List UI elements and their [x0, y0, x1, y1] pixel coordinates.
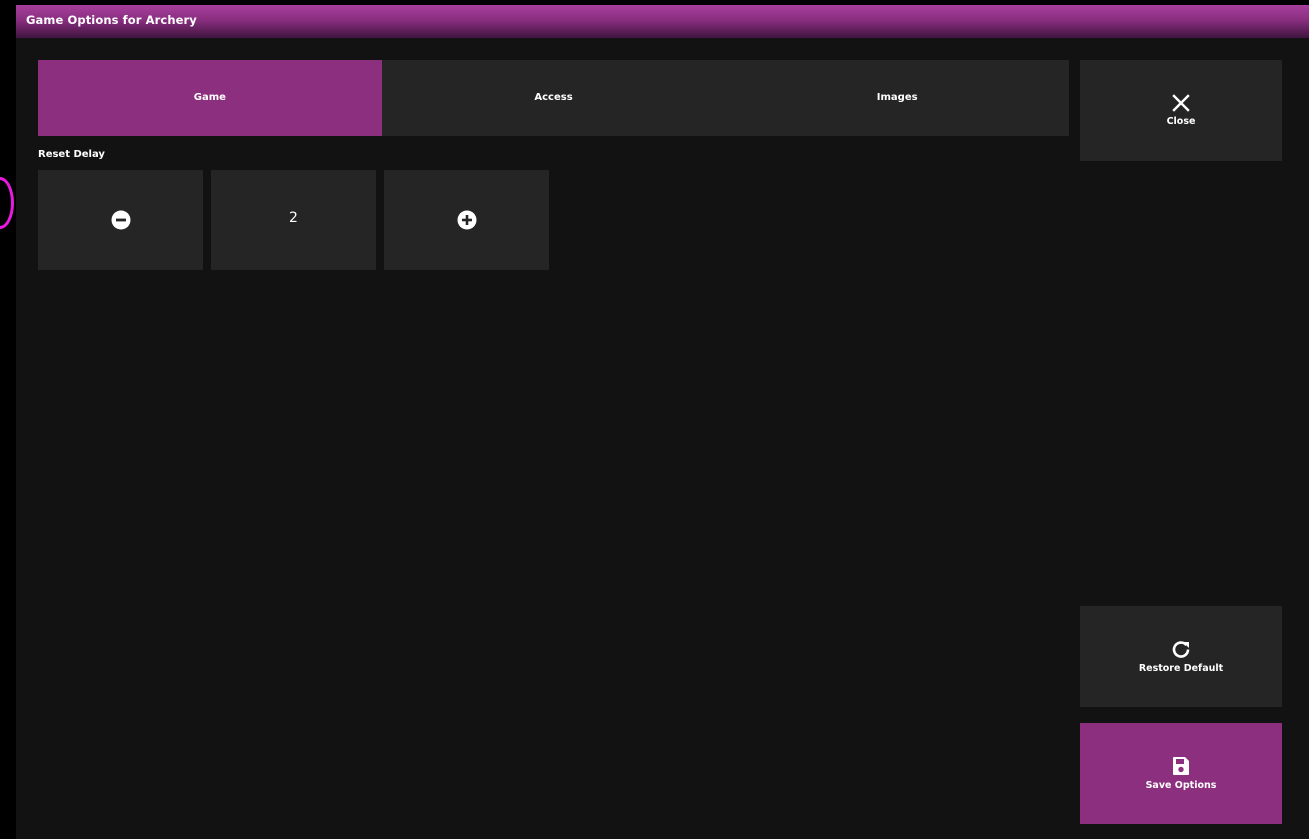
tab-access[interactable]: Access	[381, 60, 726, 136]
floppy-disk-icon	[1173, 757, 1189, 775]
tab-label: Images	[876, 92, 918, 103]
increment-button[interactable]	[384, 170, 549, 270]
tab-label: Access	[534, 92, 573, 103]
options-window: Game Options for Archery Game Access Ima…	[16, 5, 1309, 839]
tab-game[interactable]: Game	[38, 60, 382, 136]
tab-bar: Game Access Images	[38, 60, 1070, 136]
window-title: Game Options for Archery	[26, 13, 197, 27]
reset-delay-value: 2	[211, 170, 376, 270]
minus-circle-icon	[111, 210, 130, 230]
edge-focus-ring	[0, 177, 14, 229]
restore-default-button[interactable]: Restore Default	[1080, 606, 1282, 707]
save-options-button[interactable]: Save Options	[1080, 723, 1282, 824]
tab-images[interactable]: Images	[725, 60, 1070, 136]
close-button[interactable]: Close	[1080, 60, 1282, 161]
restore-default-label: Restore Default	[1138, 663, 1224, 674]
decrement-button[interactable]	[38, 170, 203, 270]
tab-label: Game	[193, 92, 226, 103]
title-bar: Game Options for Archery	[16, 5, 1309, 38]
save-options-label: Save Options	[1145, 780, 1217, 791]
reset-delay-label: Reset Delay	[38, 149, 105, 160]
close-icon	[1172, 94, 1190, 112]
reset-delay-value-text: 2	[289, 210, 298, 226]
plus-circle-icon	[457, 210, 476, 230]
close-label: Close	[1166, 116, 1196, 127]
refresh-icon	[1172, 641, 1190, 658]
